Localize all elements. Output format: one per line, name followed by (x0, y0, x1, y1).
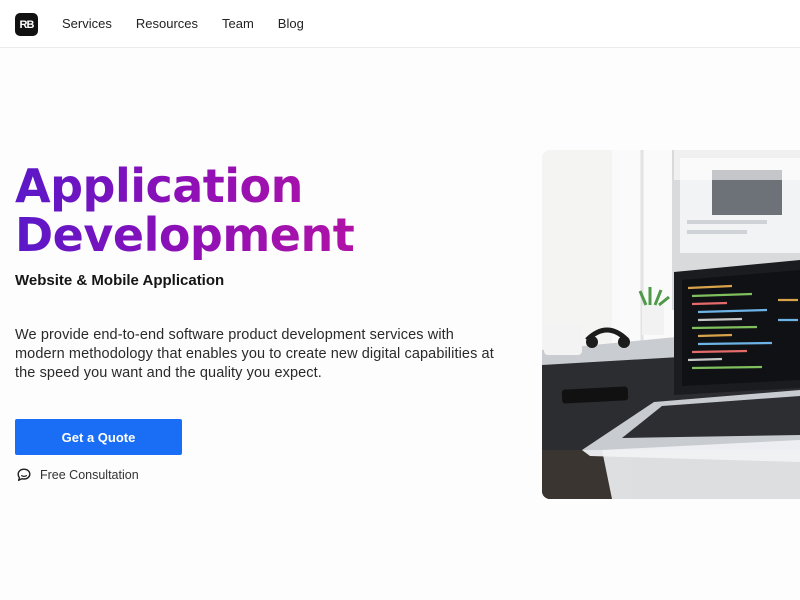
top-nav: RB Services Resources Team Blog (0, 0, 800, 48)
chat-bubble-icon (17, 468, 31, 481)
nav-links: Services Resources Team Blog (62, 16, 304, 31)
laptop-desk-illustration (542, 150, 800, 499)
nav-link-services[interactable]: Services (62, 16, 112, 31)
hero-description: We provide end-to-end software product d… (15, 327, 494, 381)
hero-title-line-1: Application (15, 159, 303, 213)
brand-logo-icon[interactable]: RB (15, 13, 38, 36)
hero-subtitle: Website & Mobile Application (15, 272, 225, 289)
free-consultation-label: Free Consultation (40, 468, 139, 482)
get-a-quote-button[interactable]: Get a Quote (15, 419, 182, 455)
hero-image (542, 150, 800, 499)
hero-title-line-2: Development (15, 208, 355, 262)
hero-title: Application Development (15, 162, 354, 260)
nav-link-resources[interactable]: Resources (136, 16, 198, 31)
nav-link-team[interactable]: Team (222, 16, 254, 31)
free-consultation-link[interactable]: Free Consultation (16, 467, 139, 483)
nav-link-blog[interactable]: Blog (278, 16, 304, 31)
